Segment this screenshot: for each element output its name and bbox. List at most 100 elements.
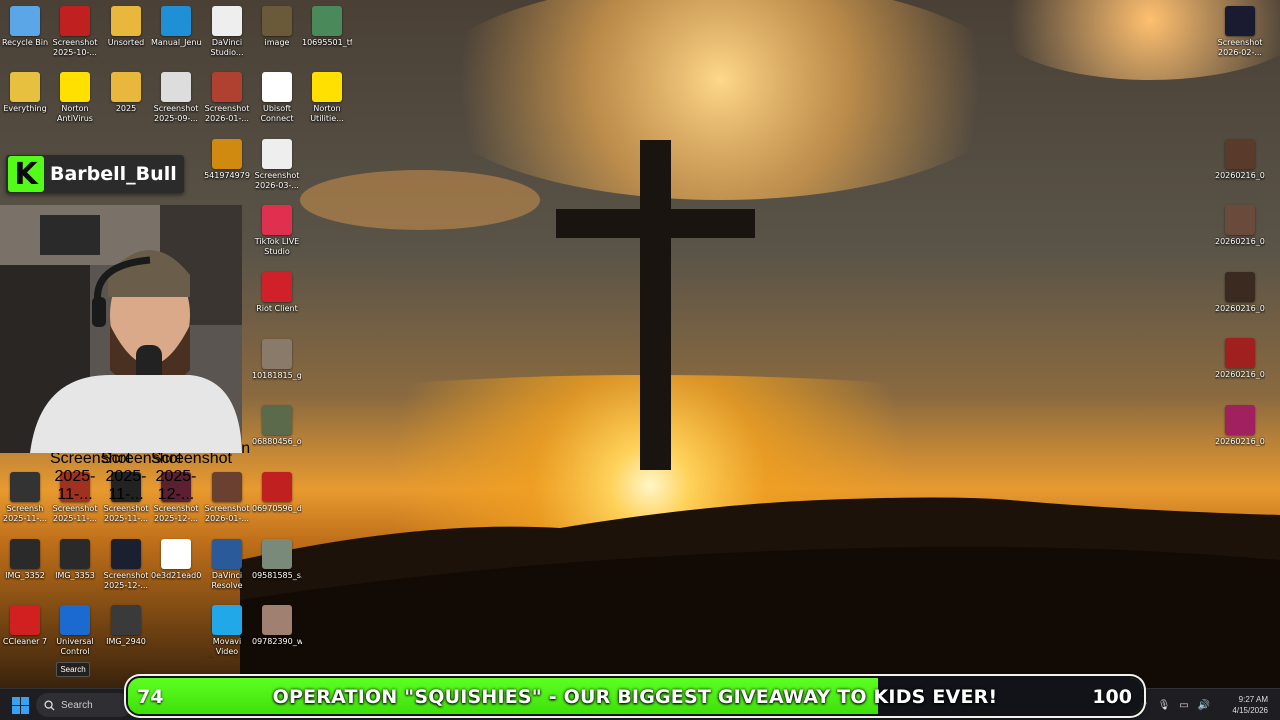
desktop-icon-label: 2025 bbox=[115, 104, 137, 113]
desktop-icon-label: IMG_3352 bbox=[5, 571, 45, 580]
screenshot-icon bbox=[60, 6, 90, 36]
ccleaner-icon bbox=[10, 605, 40, 635]
desktop-icon[interactable]: 10181815_g... bbox=[252, 339, 302, 381]
desktop-icon[interactable]: DaVinci Resolve bbox=[202, 539, 252, 591]
desktop-icon[interactable]: Screenshot 2025-12-... bbox=[101, 539, 151, 591]
recycle-bin-icon bbox=[10, 6, 40, 36]
image-icon bbox=[262, 472, 292, 502]
desktop-icon[interactable]: 20260216_0... bbox=[1215, 138, 1265, 181]
desktop-icon[interactable]: DaVinci Studio... bbox=[202, 6, 252, 58]
clock-date: 4/15/2026 bbox=[1232, 706, 1268, 715]
image-icon bbox=[1225, 338, 1255, 368]
desktop-icon-label: Screenshot 2025-10-... bbox=[52, 38, 98, 57]
desktop-icon-label: Screenshot 2026-03-... bbox=[254, 171, 300, 190]
desktop-icon[interactable]: 2025 bbox=[101, 72, 151, 114]
image-icon bbox=[212, 139, 242, 169]
desktop-icon-label: CCleaner 7 bbox=[2, 637, 48, 646]
desktop-icon-label: 20260216_0... bbox=[1215, 436, 1265, 446]
desktop-icon[interactable]: 0e3d21ead0... bbox=[151, 539, 201, 581]
image-icon bbox=[1225, 271, 1255, 302]
desktop-icon[interactable]: IMG_3352 bbox=[0, 539, 50, 581]
screenshot-icon bbox=[111, 539, 141, 569]
desktop-icon[interactable]: 09782390_w... bbox=[252, 605, 302, 647]
volume-icon[interactable]: 🔊 bbox=[1196, 697, 1212, 713]
desktop-icon[interactable]: 06970596_d... bbox=[252, 472, 302, 514]
desktop-icon-label: IMG_2940 bbox=[106, 637, 146, 646]
desktop-icon[interactable]: Screenshot 2026-01-... bbox=[202, 72, 252, 124]
desktop-icon[interactable]: IMG_3353 bbox=[50, 539, 100, 581]
desktop-icon-label: DaVinci Resolve bbox=[211, 571, 243, 590]
folder-icon bbox=[111, 72, 141, 102]
search-tooltip: Search bbox=[56, 662, 90, 677]
desktop-icon[interactable]: Riot Client bbox=[252, 272, 302, 314]
giveaway-progress-bar: 74 OPERATION "SQUISHIES" - OUR BIGGEST G… bbox=[126, 676, 1144, 716]
desktop-icon-label: Screenshot 2025-11-... bbox=[101, 450, 182, 503]
desktop-icon[interactable]: Everything bbox=[0, 72, 50, 114]
desktop-icon[interactable]: 541974979 bbox=[202, 139, 252, 181]
desktop-icon-label: Manual_Jenu bbox=[151, 38, 201, 47]
norton-icon bbox=[60, 72, 90, 102]
desktop-icon[interactable]: IMG_2940 bbox=[101, 605, 151, 647]
desktop-icon-label: Screenshot 2025-12-... bbox=[103, 571, 149, 590]
desktop-icon-label: 06880456_o... bbox=[252, 437, 302, 446]
desktop-icon[interactable]: Manual_Jenu bbox=[151, 6, 201, 48]
movavi-icon bbox=[212, 605, 242, 635]
image-icon bbox=[262, 605, 292, 635]
image-icon bbox=[262, 6, 292, 36]
channel-tag: K Barbell_Bull bbox=[6, 155, 184, 193]
desktop-icon[interactable]: Ubisoft Connect bbox=[252, 72, 302, 124]
desktop-icon-label: 10695501_tff... bbox=[302, 38, 352, 47]
screenshot-icon bbox=[262, 139, 292, 169]
desktop-icon-label: IMG_3353 bbox=[55, 571, 95, 580]
desktop-icon-label: Screenshot 2025-12-... bbox=[151, 450, 232, 503]
windows-start-icon[interactable] bbox=[12, 697, 29, 714]
desktop-icon[interactable]: Norton Utilitie... bbox=[302, 72, 352, 124]
desktop-icon-label: Screensh 2025-11-... bbox=[3, 504, 47, 523]
desktop-icon[interactable]: Recycle Bin bbox=[0, 6, 50, 48]
desktop-icon-label: Ubisoft Connect bbox=[260, 104, 294, 123]
system-tray: ^ 🎙 ▭ 🔊 9:27 AM 4/15/2026 bbox=[1134, 689, 1280, 720]
desktop-icon[interactable]: Screenshot 2025-09-... bbox=[151, 72, 201, 124]
davinci-icon bbox=[212, 539, 242, 569]
screenshot-icon bbox=[1225, 6, 1255, 36]
desktop-icon[interactable]: Screensh 2025-11-... bbox=[0, 472, 50, 524]
desktop-icon[interactable]: Universal Control bbox=[50, 605, 100, 657]
desktop-icon[interactable]: 20260216_0... bbox=[1215, 271, 1265, 314]
desktop-icon[interactable]: image bbox=[252, 6, 302, 48]
desktop-icon[interactable]: TikTok LIVE Studio bbox=[252, 205, 302, 257]
desktop-icon[interactable]: CCleaner 7 bbox=[0, 605, 50, 647]
clock[interactable]: 9:27 AM 4/15/2026 bbox=[1220, 694, 1268, 716]
folder-icon bbox=[111, 6, 141, 36]
desktop-icon-label: Screenshot 2026-01-... bbox=[204, 504, 250, 523]
network-icon[interactable]: ▭ bbox=[1176, 697, 1192, 713]
desktop-icon[interactable]: Unsorted bbox=[101, 6, 151, 48]
desktop-icon[interactable]: Screenshot 2026-03-... bbox=[252, 139, 302, 191]
desktop-icon-label: Screenshot 2026-02-... bbox=[1217, 38, 1263, 57]
desktop-icon[interactable]: Screenshot 2026-02-... bbox=[1215, 6, 1265, 58]
screenshot-icon bbox=[212, 472, 242, 502]
screenshot-icon bbox=[10, 472, 40, 502]
desktop-icon[interactable]: Norton AntiVirus bbox=[50, 72, 100, 124]
desktop-icon[interactable]: 20260216_0... bbox=[1215, 338, 1265, 380]
desktop-icon-label: 20260216_0... bbox=[1215, 237, 1265, 246]
desktop-icon-label: Movavi Video Converter bbox=[207, 637, 247, 658]
desktop-icon[interactable]: Screenshot 2025-10-... bbox=[50, 6, 100, 58]
desktop-icon-label: Screenshot 2025-11-... bbox=[52, 504, 98, 523]
desktop-icon[interactable]: 06880456_o... bbox=[252, 405, 302, 447]
desktop-icon-label: 09782390_w... bbox=[252, 637, 302, 646]
desktop-icon-label: 09581585_s... bbox=[252, 571, 302, 580]
desktop-icon[interactable]: Screenshot 2026-01-... bbox=[202, 472, 252, 524]
image-icon bbox=[262, 539, 292, 569]
search-input[interactable] bbox=[61, 699, 121, 711]
desktop-icon[interactable]: 09581585_s... bbox=[252, 539, 302, 581]
desktop-icon-label: DaVinci Studio... bbox=[210, 38, 244, 57]
desktop-icon[interactable]: 20260216_0... bbox=[1215, 404, 1265, 447]
taskbar-search[interactable] bbox=[36, 693, 132, 717]
clock-time: 9:27 AM bbox=[1238, 695, 1268, 704]
microphone-icon[interactable]: 🎙 bbox=[1156, 697, 1172, 713]
desktop-icon-label: Screenshot 2025-09-... bbox=[153, 104, 199, 123]
desktop-icon[interactable]: 10695501_tff... bbox=[302, 6, 352, 48]
desktop-icon[interactable]: 20260216_0... bbox=[1215, 205, 1265, 247]
desktop-icon[interactable]: Movavi Video Converter bbox=[202, 605, 252, 658]
image-icon bbox=[1225, 404, 1255, 435]
